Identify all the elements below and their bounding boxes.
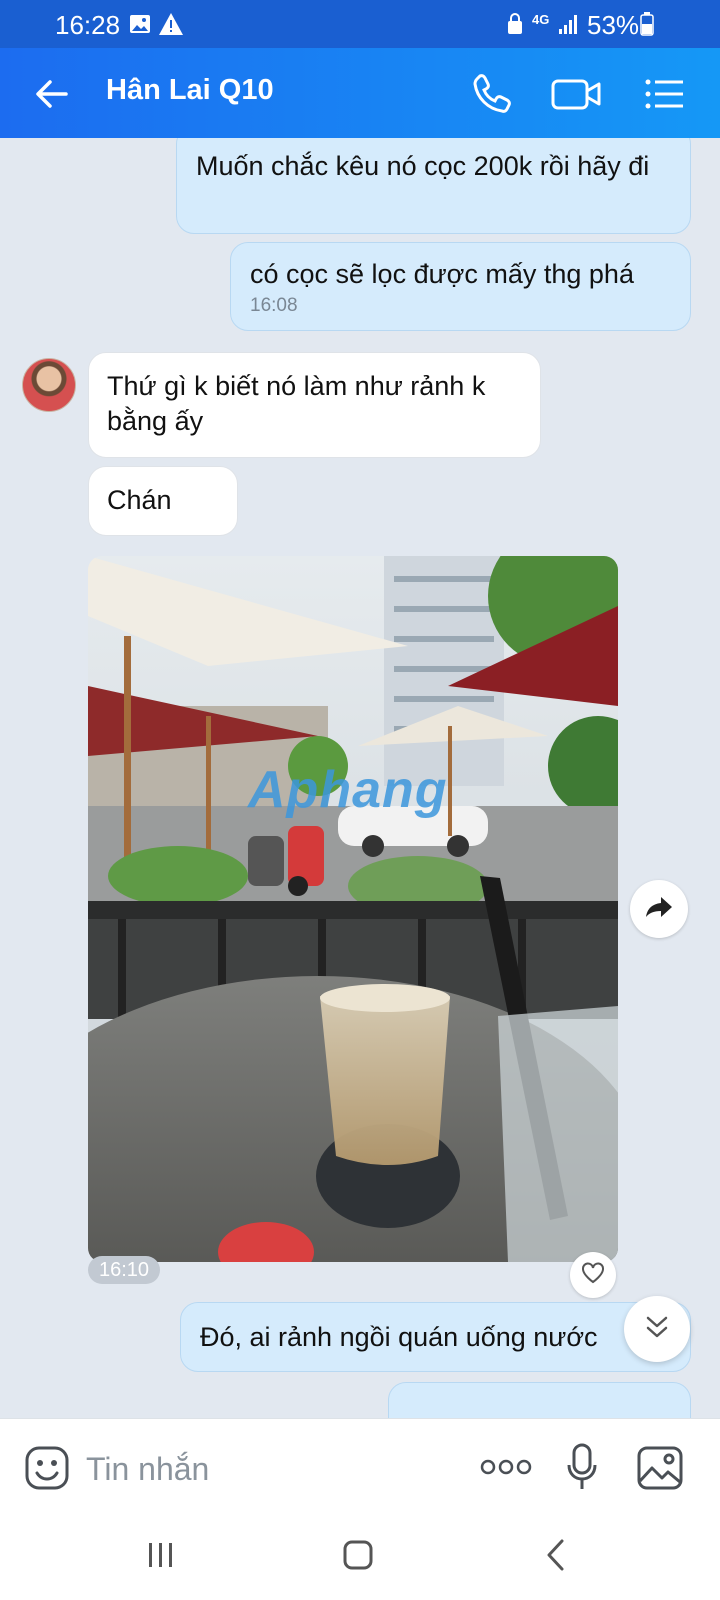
heart-icon (581, 1261, 605, 1289)
message-list[interactable]: Muốn chắc kêu nó cọc 200k rồi hãy đi có … (0, 138, 720, 1418)
sync-lock-icon (506, 12, 524, 41)
message-input[interactable] (86, 1447, 466, 1491)
system-nav-bar (0, 1518, 720, 1600)
back-icon[interactable] (544, 1538, 568, 1577)
home-icon[interactable] (342, 1538, 374, 1577)
photo-watermark: Aphang (248, 761, 448, 819)
scroll-to-bottom-button[interactable] (624, 1296, 690, 1362)
contact-name[interactable]: Hân Lai Q10 (106, 74, 274, 107)
image-icon[interactable] (636, 1445, 684, 1496)
message-bubble-outgoing[interactable]: Muốn chắc kêu nó cọc 200k rồi hãy đi (176, 138, 691, 234)
gallery-notification-icon (128, 12, 152, 41)
more-icon[interactable] (480, 1457, 532, 1482)
share-forward-button[interactable] (630, 880, 688, 938)
photo-message[interactable]: Aphang (88, 556, 618, 1262)
chat-header: Hân Lai Q10 (0, 48, 720, 138)
message-text: Thứ gì k biết nó làm như rảnh k bằng ấy (107, 371, 486, 436)
network-type: 4G (532, 12, 550, 27)
microphone-icon[interactable] (566, 1443, 598, 1498)
recent-apps-icon[interactable] (146, 1538, 176, 1577)
forward-arrow-icon (645, 895, 673, 924)
message-text: Đó, ai rảnh ngồi quán uống nước (200, 1322, 598, 1352)
react-heart-button[interactable] (570, 1252, 616, 1298)
contact-avatar[interactable] (22, 358, 76, 412)
message-composer (0, 1418, 720, 1518)
message-time: 16:08 (250, 295, 298, 316)
status-time: 16:28 (55, 10, 121, 40)
message-bubble-outgoing[interactable]: có cọc sẽ lọc được mấy thg phá 16:08 (230, 242, 691, 331)
message-text: Muốn chắc kêu nó cọc 200k rồi hãy đi (196, 151, 650, 181)
video-icon[interactable] (550, 70, 604, 118)
double-chevron-down-icon (642, 1312, 672, 1347)
back-arrow-icon[interactable] (30, 72, 74, 116)
sticker-icon[interactable] (24, 1445, 70, 1496)
status-bar: 16:28 4G 53% (0, 0, 720, 48)
message-bubble-outgoing[interactable]: Đó, ai rảnh ngồi quán uống nước (180, 1302, 691, 1372)
phone-icon[interactable] (468, 70, 516, 118)
message-text: Chán (107, 485, 172, 515)
warning-icon (158, 12, 184, 41)
battery-level: 53% (587, 10, 640, 40)
signal-icon (558, 12, 580, 41)
message-time-badge: 16:10 (88, 1256, 161, 1284)
message-text: có cọc sẽ lọc được mấy thg phá (250, 259, 634, 289)
battery-icon (640, 12, 654, 41)
message-bubble-incoming[interactable]: Thứ gì k biết nó làm như rảnh k bằng ấy (88, 352, 541, 458)
message-bubble-outgoing-partial[interactable] (388, 1382, 691, 1418)
message-bubble-incoming[interactable]: Chán (88, 466, 238, 536)
menu-list-icon[interactable] (640, 70, 688, 118)
